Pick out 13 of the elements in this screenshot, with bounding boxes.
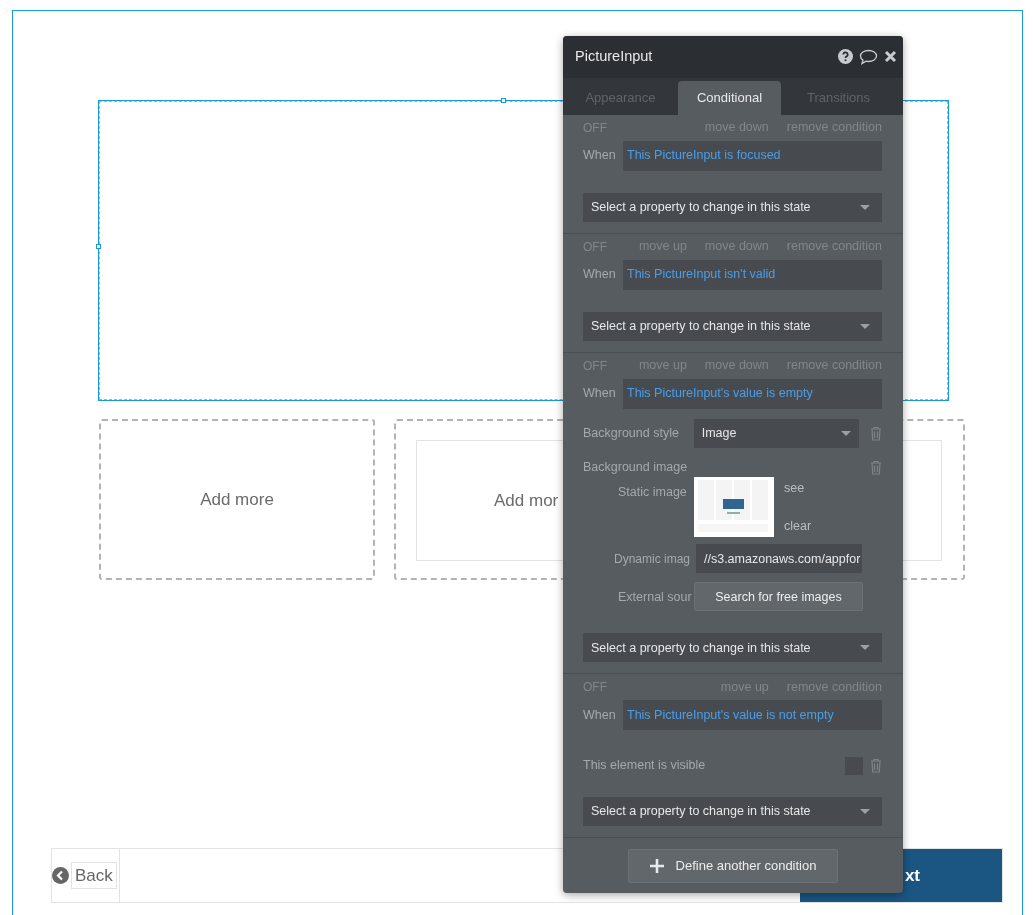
property-label: This element is visible xyxy=(583,757,706,775)
when-label: When xyxy=(583,147,617,165)
add-more-label: Add more xyxy=(200,488,274,511)
panel-title: PictureInput xyxy=(575,47,653,67)
dynamic-image-label: Dynamic imag xyxy=(614,550,692,568)
when-label: When xyxy=(583,266,617,284)
add-more-label: Add mor xyxy=(494,489,559,512)
static-image-label: Static image xyxy=(618,484,688,502)
when-label: When xyxy=(583,707,617,725)
property-label: Background style xyxy=(583,424,680,442)
external-source-label: External sour xyxy=(618,588,693,606)
when-label: When xyxy=(583,385,617,403)
property-label: Background image xyxy=(583,458,688,476)
